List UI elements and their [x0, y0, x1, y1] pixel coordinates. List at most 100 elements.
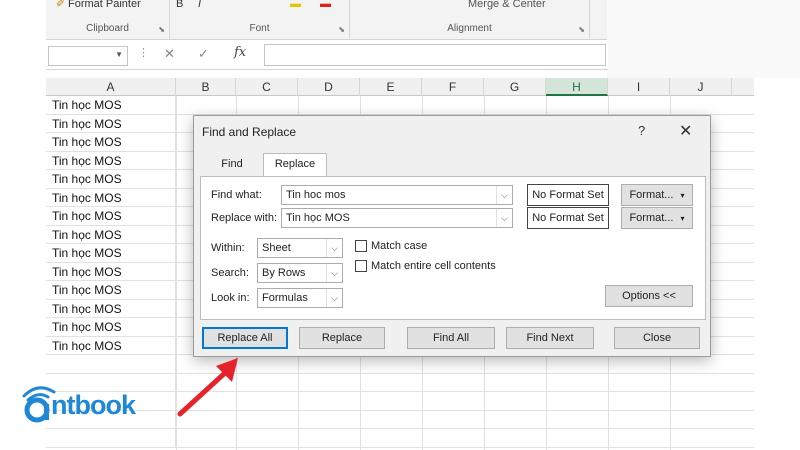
column-header-c[interactable]: C [236, 78, 298, 96]
format-painter-button[interactable]: Format Painter [68, 0, 141, 10]
column-header-j[interactable]: J [670, 78, 732, 96]
cell-a[interactable]: Tin học MOS [46, 151, 176, 170]
column-header-b[interactable]: B [176, 78, 236, 96]
clipboard-group-label: Clipboard [86, 23, 129, 34]
match-entire-checkbox[interactable] [355, 260, 367, 272]
table-row: Tin học MOS [46, 96, 754, 115]
formula-input[interactable] [264, 44, 606, 66]
replace-with-input[interactable]: Tin học MOS ⌵ [281, 208, 513, 228]
cell-a[interactable]: Tin học MOS [46, 114, 176, 133]
help-icon[interactable]: ? [638, 123, 645, 138]
chevron-down-icon[interactable]: ⌵ [326, 239, 342, 257]
search-value: By Rows [262, 267, 306, 279]
dialog-launcher-icon[interactable]: ⬊ [578, 25, 585, 34]
find-what-value: Tin hoc mos [286, 189, 346, 201]
chevron-down-icon[interactable]: ⌵ [326, 289, 342, 307]
look-in-value: Formulas [262, 292, 308, 304]
format-painter-icon[interactable]: ✐ [56, 0, 65, 10]
cell-a[interactable]: Tin học MOS [46, 170, 176, 189]
tab-replace-label: Replace [274, 158, 316, 170]
clipboard-group: ✐ Format Painter Clipboard ⬊ [46, 0, 170, 40]
within-value: Sheet [262, 242, 291, 254]
cell-a[interactable]: Tin học MOS [46, 281, 176, 300]
replace-all-button[interactable]: Replace All [202, 327, 288, 349]
merge-center-button[interactable]: Merge & Center [468, 0, 546, 10]
column-header-h[interactable]: H [546, 78, 608, 96]
find-next-button[interactable]: Find Next [506, 327, 594, 349]
tab-find[interactable]: Find [204, 154, 260, 176]
table-row [46, 355, 754, 374]
cell-a[interactable]: Tin học MOS [46, 262, 176, 281]
cell-a[interactable]: Tin học MOS [46, 244, 176, 263]
look-in-select[interactable]: Formulas ⌵ [257, 288, 343, 308]
replace-format-label: Format... [629, 212, 674, 224]
cell-a[interactable]: Tin học MOS [46, 318, 176, 337]
cell-a[interactable]: Tin học MOS [46, 188, 176, 207]
chevron-down-icon[interactable]: ▼ [115, 50, 123, 59]
match-case-label: Match case [371, 240, 428, 252]
column-header-g[interactable]: G [484, 78, 546, 96]
cell-a[interactable]: Tin học MOS [46, 133, 176, 152]
font-color-icon[interactable]: ▬ [320, 0, 331, 10]
replace-format-preview: No Format Set [527, 207, 609, 229]
within-select[interactable]: Sheet ⌵ [257, 238, 343, 258]
alignment-group: Merge & Center Alignment ⬊ [350, 0, 590, 40]
insert-function-icon[interactable]: fx [234, 45, 246, 60]
font-group-label: Font [249, 23, 270, 34]
column-header-f[interactable]: F [422, 78, 484, 96]
formula-bar: ▼ ⋮ ✕ ✓ fx [46, 40, 608, 70]
bold-icon[interactable]: B [176, 0, 183, 10]
chevron-down-icon[interactable]: ⌵ [326, 264, 342, 282]
replace-with-label: Replace with: [211, 212, 278, 224]
column-header-e[interactable]: E [360, 78, 422, 96]
enter-icon[interactable]: ✓ [198, 46, 209, 62]
column-header-a[interactable]: A [46, 78, 176, 96]
column-header-row: ABCDEFGHIJ [46, 78, 754, 96]
find-what-input[interactable]: Tin hoc mos ⌵ [281, 185, 513, 205]
dropdown-arrow-icon: ▾ [680, 191, 685, 200]
ntbook-logo: ntbook [18, 378, 168, 428]
find-replace-dialog: Find and Replace ? ✕ Find Replace Find w… [193, 115, 711, 357]
cell-a[interactable] [46, 429, 176, 448]
fill-color-icon[interactable]: ▬ [290, 0, 301, 10]
find-what-label: Find what: [211, 189, 262, 201]
table-row [46, 429, 754, 448]
cell-a[interactable]: Tin học MOS [46, 96, 176, 115]
more-icon: ⋮ [138, 47, 149, 59]
tab-find-label: Find [221, 158, 243, 170]
close-button[interactable]: Close [614, 327, 700, 349]
chevron-down-icon[interactable]: ⌵ [496, 186, 512, 204]
find-format-button[interactable]: Format... ▾ [621, 184, 693, 206]
find-format-label: Format... [629, 189, 674, 201]
column-header-d[interactable]: D [298, 78, 360, 96]
close-icon[interactable]: ✕ [679, 121, 692, 141]
cell-a[interactable]: Tin học MOS [46, 225, 176, 244]
find-all-button[interactable]: Find All [407, 327, 495, 349]
blank-overlay [607, 0, 800, 78]
name-box[interactable]: ▼ [48, 46, 128, 66]
cell-a[interactable] [46, 355, 176, 374]
tab-replace[interactable]: Replace [263, 153, 327, 177]
cell-a[interactable]: Tin học MOS [46, 207, 176, 226]
cell-a[interactable]: Tin học MOS [46, 299, 176, 318]
options-button[interactable]: Options << [605, 285, 693, 307]
find-format-preview: No Format Set [527, 184, 609, 206]
cell-a[interactable]: Tin học MOS [46, 336, 176, 355]
within-label: Within: [211, 242, 245, 254]
dialog-launcher-icon[interactable]: ⬊ [338, 25, 345, 34]
replace-button[interactable]: Replace [299, 327, 385, 349]
search-select[interactable]: By Rows ⌵ [257, 263, 343, 283]
logo-text: ntbook [51, 390, 136, 420]
dialog-launcher-icon[interactable]: ⬊ [158, 25, 165, 34]
chevron-down-icon[interactable]: ⌵ [496, 209, 512, 227]
italic-icon[interactable]: I [198, 0, 201, 10]
look-in-label: Look in: [211, 292, 250, 304]
match-entire-label: Match entire cell contents [371, 260, 496, 272]
column-header-i[interactable]: I [608, 78, 670, 96]
cancel-icon[interactable]: ✕ [164, 46, 175, 62]
replace-panel: Find what: Tin hoc mos ⌵ No Format Set F… [200, 176, 706, 320]
match-case-checkbox[interactable] [355, 240, 367, 252]
replace-format-button[interactable]: Format... ▾ [621, 207, 693, 229]
search-label: Search: [211, 267, 249, 279]
annotation-arrow [177, 358, 238, 417]
